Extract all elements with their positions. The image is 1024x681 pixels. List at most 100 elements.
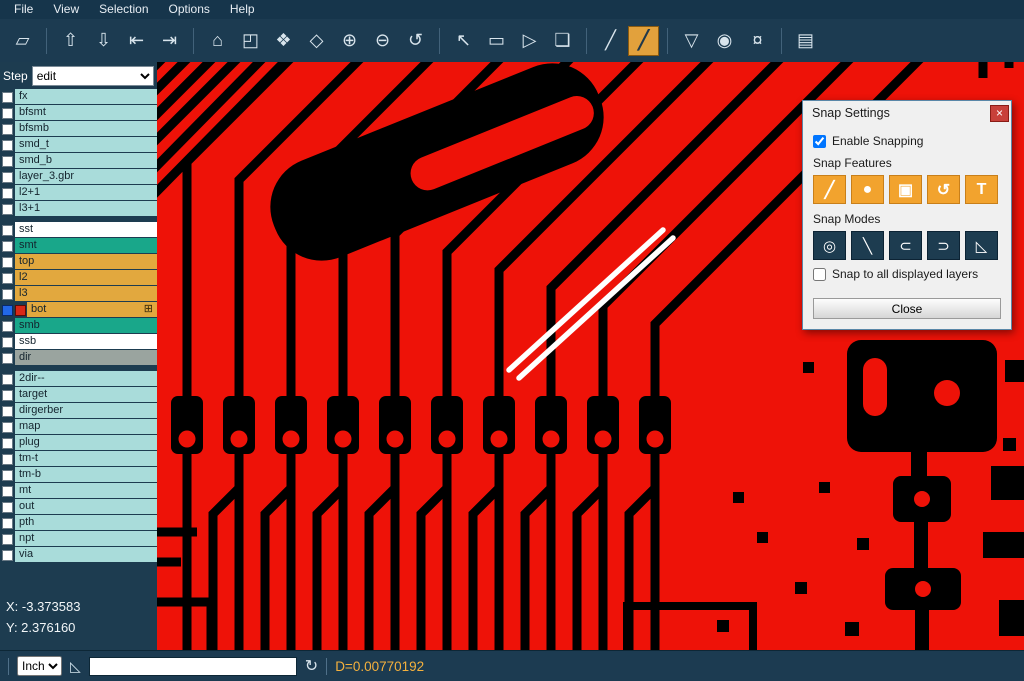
layer-name[interactable]: pth — [15, 515, 157, 531]
layer-checkbox[interactable] — [0, 89, 15, 105]
layer-row[interactable]: plug — [0, 435, 157, 451]
layer-checkbox[interactable] — [0, 451, 15, 467]
visibility-button[interactable]: ◉ — [709, 26, 740, 56]
layer-name[interactable]: smt — [15, 238, 157, 254]
layer-checkbox[interactable] — [0, 371, 15, 387]
pan-button[interactable]: ❖ — [268, 26, 299, 56]
layer-name[interactable]: smd_b — [15, 153, 157, 169]
layer-checkbox[interactable] — [0, 270, 15, 286]
layer-row[interactable]: l2 — [0, 270, 157, 286]
layer-row[interactable]: tm-b — [0, 467, 157, 483]
menu-selection[interactable]: Selection — [89, 0, 158, 19]
step-in-button[interactable]: ⇤ — [121, 26, 152, 56]
layer-checkbox[interactable] — [0, 499, 15, 515]
layer-checkbox[interactable] — [0, 467, 15, 483]
layer-checkbox[interactable] — [0, 483, 15, 499]
home-view-button[interactable]: ⌂ — [202, 26, 233, 56]
zoom-polygon-button[interactable]: ◇ — [301, 26, 332, 56]
layer-row[interactable]: map — [0, 419, 157, 435]
layer-checkbox[interactable] — [0, 169, 15, 185]
snap-text-button[interactable]: T — [965, 175, 998, 204]
snap-pad-button[interactable]: ● — [851, 175, 884, 204]
snap-arc-button[interactable]: ↺ — [927, 175, 960, 204]
layer-name[interactable]: bfsmt — [15, 105, 157, 121]
layer-name[interactable]: 2dir-- — [15, 371, 157, 387]
export-up-button[interactable]: ⇧ — [55, 26, 86, 56]
layer-checkbox[interactable] — [0, 387, 15, 403]
layer-checkbox[interactable] — [0, 403, 15, 419]
open-folder-button[interactable]: ▱ — [7, 26, 38, 56]
layer-name[interactable]: out — [15, 499, 157, 515]
layer-row[interactable]: 2dir-- — [0, 371, 157, 387]
layer-name[interactable]: smd_t — [15, 137, 157, 153]
select-rectangle-button[interactable]: ▭ — [481, 26, 512, 56]
layer-name[interactable]: mt — [15, 483, 157, 499]
layer-checkbox[interactable] — [0, 201, 15, 217]
layer-checkbox[interactable] — [0, 302, 15, 318]
snap-line-button[interactable]: ╱ — [813, 175, 846, 204]
layer-name[interactable]: ssb — [15, 334, 157, 350]
unit-select[interactable]: Inch — [17, 656, 62, 676]
angle-tool-icon[interactable]: ◺ — [70, 658, 81, 675]
layer-row[interactable]: npt — [0, 531, 157, 547]
step-select[interactable]: edit — [32, 66, 154, 86]
layer-row[interactable]: mt — [0, 483, 157, 499]
layer-row[interactable]: pth — [0, 515, 157, 531]
close-icon[interactable]: × — [990, 105, 1009, 122]
zoom-out-button[interactable]: ⊖ — [367, 26, 398, 56]
layer-name[interactable]: l2 — [15, 270, 157, 286]
layer-checkbox[interactable] — [0, 515, 15, 531]
layer-checkbox[interactable] — [0, 419, 15, 435]
layer-row[interactable]: smd_b — [0, 153, 157, 169]
refresh-icon[interactable]: ↻ — [305, 656, 318, 676]
layer-name[interactable]: dir — [15, 350, 157, 366]
layer-name[interactable]: via — [15, 547, 157, 563]
layer-name[interactable]: l3 — [15, 286, 157, 302]
layer-row-selected[interactable]: bot⊞ — [0, 302, 157, 318]
layer-checkbox[interactable] — [0, 254, 15, 270]
layer-name[interactable]: tm-b — [15, 467, 157, 483]
draw-line-button[interactable]: ╱ — [595, 26, 626, 56]
close-button[interactable]: Close — [813, 298, 1001, 319]
layer-row[interactable]: target — [0, 387, 157, 403]
layer-row[interactable]: bfsmt — [0, 105, 157, 121]
layer-row[interactable]: sst — [0, 222, 157, 238]
filter-button[interactable]: ▽ — [676, 26, 707, 56]
layer-row[interactable]: bfsmb — [0, 121, 157, 137]
layer-checkbox[interactable] — [0, 286, 15, 302]
layer-name[interactable]: l2+1 — [15, 185, 157, 201]
zoom-window-button[interactable]: ◰ — [235, 26, 266, 56]
snap-surface-button[interactable]: ▣ — [889, 175, 922, 204]
layer-checkbox[interactable] — [0, 238, 15, 254]
report-button[interactable]: ▤ — [790, 26, 821, 56]
layer-row[interactable]: smd_t — [0, 137, 157, 153]
layer-name[interactable]: target — [15, 387, 157, 403]
snap-edge-left-button[interactable]: ⊂ — [889, 231, 922, 260]
layer-checkbox[interactable] — [0, 547, 15, 563]
layer-row[interactable]: dir — [0, 350, 157, 366]
layer-checkbox[interactable] — [0, 435, 15, 451]
snap-center-button[interactable]: ◎ — [813, 231, 846, 260]
layer-row[interactable]: tm-t — [0, 451, 157, 467]
step-out-button[interactable]: ⇥ — [154, 26, 185, 56]
layer-row[interactable]: dirgerber — [0, 403, 157, 419]
layer-checkbox[interactable] — [0, 153, 15, 169]
layer-name[interactable]: layer_3.gbr — [15, 169, 157, 185]
dialog-titlebar[interactable]: Snap Settings × — [803, 101, 1011, 125]
layer-name[interactable]: npt — [15, 531, 157, 547]
layer-name[interactable]: plug — [15, 435, 157, 451]
layer-checkbox[interactable] — [0, 350, 15, 366]
layer-name[interactable]: smb — [15, 318, 157, 334]
layer-name[interactable]: fx — [15, 89, 157, 105]
layer-row[interactable]: out — [0, 499, 157, 515]
measure-input[interactable] — [89, 657, 297, 676]
layer-row[interactable]: smb — [0, 318, 157, 334]
layer-checkbox[interactable] — [0, 185, 15, 201]
layer-row[interactable]: layer_3.gbr — [0, 169, 157, 185]
layer-row[interactable]: via — [0, 547, 157, 563]
layer-row[interactable]: top — [0, 254, 157, 270]
layer-name[interactable]: map — [15, 419, 157, 435]
layer-name[interactable]: top — [15, 254, 157, 270]
menu-help[interactable]: Help — [220, 0, 265, 19]
select-button[interactable]: ↖ — [448, 26, 479, 56]
